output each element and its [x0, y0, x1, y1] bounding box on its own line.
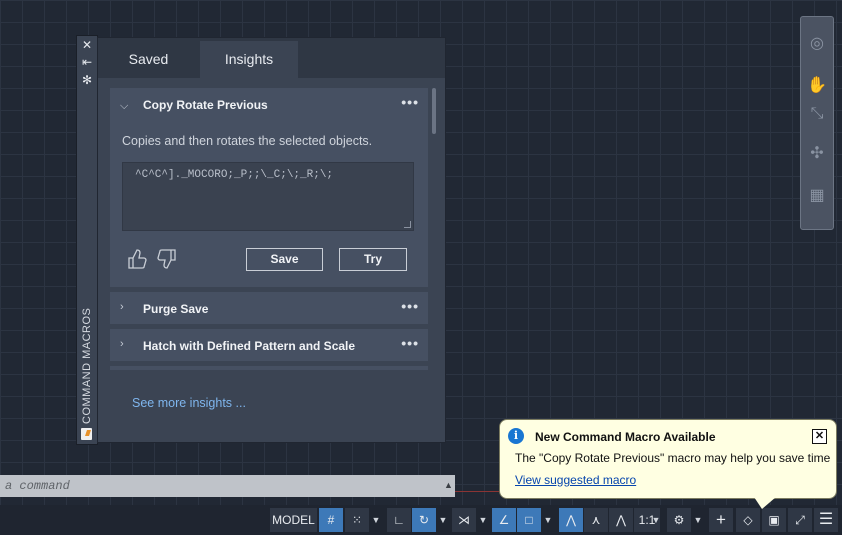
properties-icon[interactable]: ✻ [80, 73, 94, 87]
thumbs-down-icon[interactable] [157, 248, 177, 270]
resize-grip[interactable] [404, 221, 411, 228]
chevron-right-icon[interactable]: › [120, 338, 124, 350]
chevron-down-icon[interactable]: ▼ [650, 508, 662, 532]
chevron-right-icon[interactable]: › [120, 301, 124, 313]
more-options-icon[interactable]: ••• [401, 335, 419, 351]
chevron-down-icon[interactable]: ▼ [477, 508, 489, 532]
isodraft-icon[interactable]: ⋊ [452, 508, 476, 532]
gear-icon[interactable]: ⚙ [667, 508, 691, 532]
macro-title[interactable]: Hatch with Defined Pattern and Scale [143, 339, 355, 353]
chevron-down-icon[interactable]: ⌵ [120, 100, 128, 113]
palette-title-strip[interactable]: ✕ ⇤ ✻ COMMAND MACROS [76, 35, 98, 445]
notification-body: The "Copy Rotate Previous" macro may hel… [515, 451, 831, 465]
zoom-extents-icon[interactable]: ⤡ [805, 105, 829, 123]
fullscreen-icon[interactable]: ⤢ [788, 508, 812, 532]
object-snap-icon[interactable]: □ [517, 508, 541, 532]
plus-icon[interactable]: + [709, 508, 733, 532]
navigation-bar: ◎ ✋ ⤡ ✣ ▦ [800, 16, 834, 230]
macro-card[interactable]: › Purge Save ••• [110, 292, 428, 324]
chevron-down-icon[interactable]: ▼ [542, 508, 554, 532]
see-more-insights-link[interactable]: See more insights ... [132, 396, 246, 410]
more-options-icon[interactable]: ••• [401, 298, 419, 314]
save-button[interactable]: Save [246, 248, 323, 271]
command-macros-palette: Saved Insights ⌵ Copy Rotate Previous ••… [97, 37, 446, 443]
thumbs-up-icon[interactable] [127, 248, 147, 270]
customization-menu-icon[interactable]: ☰ [814, 508, 838, 532]
showmotion-icon[interactable]: ▦ [805, 185, 829, 205]
close-icon[interactable]: ✕ [80, 38, 94, 52]
grid-icon[interactable]: # [319, 508, 343, 532]
command-history-icon[interactable]: ▲ [444, 480, 453, 490]
model-space-button[interactable]: MODEL [270, 508, 317, 532]
palette-tabs: Saved Insights [98, 38, 445, 78]
polar-tracking-icon[interactable]: ↻ [412, 508, 436, 532]
snap-icon[interactable]: ⁙ [345, 508, 369, 532]
chevron-down-icon[interactable]: ▼ [370, 508, 382, 532]
macro-description: Copies and then rotates the selected obj… [122, 134, 373, 148]
macro-text-field[interactable]: ^C^C^]._MOCORO;_P;;\_C;\;_R;\; [122, 162, 414, 231]
notification-title: New Command Macro Available [535, 430, 716, 444]
object-snap-tracking-icon[interactable]: ∠ [492, 508, 516, 532]
command-input[interactable]: a command [5, 479, 70, 493]
macro-card[interactable]: › Hatch with Defined Pattern and Scale •… [110, 329, 428, 361]
command-macros-status-icon[interactable]: ▣ [762, 508, 786, 532]
auto-scale-icon[interactable]: ⋏ [584, 508, 608, 532]
macro-title[interactable]: Copy Rotate Previous [143, 98, 268, 112]
ortho-icon[interactable]: ∟ [387, 508, 411, 532]
notification-balloon: i New Command Macro Available ✕ The "Cop… [499, 419, 837, 509]
view-suggested-macro-link[interactable]: View suggested macro [515, 473, 636, 487]
chevron-down-icon[interactable]: ▼ [692, 508, 704, 532]
macro-title[interactable]: Purge Save [143, 302, 208, 316]
close-icon[interactable]: ✕ [812, 429, 827, 444]
chevron-down-icon[interactable]: ▼ [437, 508, 449, 532]
tab-saved[interactable]: Saved [98, 41, 199, 78]
insights-list: ⌵ Copy Rotate Previous ••• Copies and th… [110, 88, 428, 408]
macro-card: ⌵ Copy Rotate Previous ••• Copies and th… [110, 88, 428, 287]
tab-insights[interactable]: Insights [200, 41, 298, 78]
steering-wheel-icon[interactable]: ◎ [805, 33, 829, 53]
try-button[interactable]: Try [339, 248, 407, 271]
more-options-icon[interactable]: ••• [401, 94, 419, 110]
isolate-objects-icon[interactable]: ◇ [736, 508, 760, 532]
divider [455, 491, 500, 492]
macro-palette-icon [81, 428, 92, 440]
info-icon: i [508, 428, 524, 444]
palette-title: COMMAND MACROS [81, 307, 93, 424]
command-line[interactable]: a command ▲ [0, 475, 455, 497]
annotation-visibility-icon[interactable]: ⋀ [559, 508, 583, 532]
scrollbar[interactable] [432, 88, 436, 134]
auto-hide-icon[interactable]: ⇤ [80, 55, 94, 69]
macro-text: ^C^C^]._MOCORO;_P;;\_C;\;_R;\; [135, 169, 334, 181]
annotation-scale-icon[interactable]: ⋀ [609, 508, 633, 532]
macro-card-partial [110, 366, 428, 370]
pan-hand-icon[interactable]: ✋ [805, 75, 829, 95]
orbit-icon[interactable]: ✣ [805, 143, 829, 163]
